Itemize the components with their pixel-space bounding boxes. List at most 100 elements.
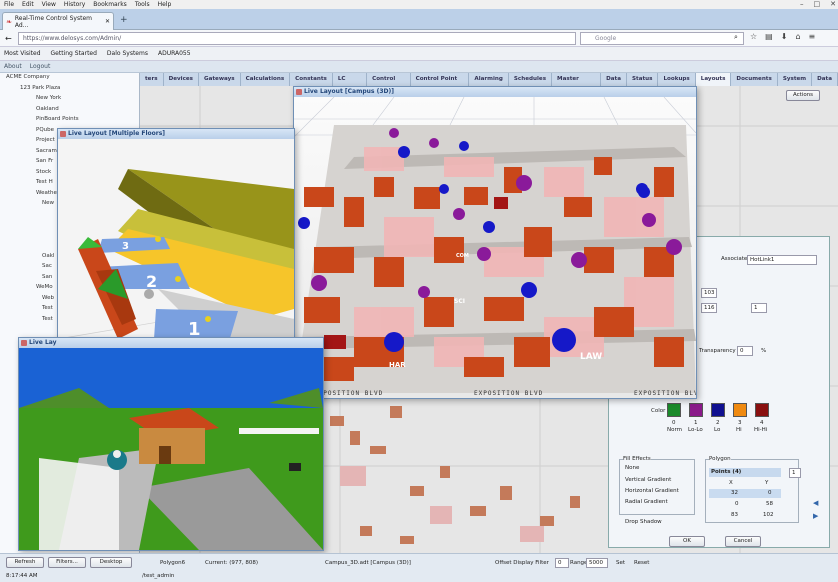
color-num: 4 [760,420,764,426]
tab-lookups[interactable]: Lookups [658,73,696,86]
house-window-title[interactable]: Live Lay [19,338,323,348]
menu-file[interactable]: File [4,1,14,8]
points-count-spinner[interactable]: 1 [789,468,801,478]
maximize-icon[interactable]: □ [814,0,821,8]
house-window[interactable]: Live Lay [18,337,324,551]
tab-layouts[interactable]: Layouts [695,73,732,86]
tab-control-points[interactable]: Control Points [367,73,411,95]
tab-lc-groups[interactable]: LC Groups [333,73,368,95]
desktop-button[interactable]: Desktop [90,557,132,568]
color-num: 1 [694,420,698,426]
fill-option-none[interactable]: None [625,465,639,471]
fill-option-horizontal[interactable]: Horizontal Gradient [625,488,679,494]
cancel-button[interactable]: Cancel [725,536,761,547]
range-field[interactable]: 5000 [586,558,608,568]
color-swatch-lolo[interactable] [689,403,703,417]
tab-close-icon[interactable]: ✕ [105,18,110,25]
campus-window-title[interactable]: Live Layout [Campus (3D)] [294,87,696,97]
tab-system[interactable]: System [778,73,813,86]
bookmark-dalo[interactable]: Dalo Systems [107,50,148,57]
color-swatch-hi[interactable] [733,403,747,417]
tab-data[interactable]: Data [601,73,627,86]
tab-status[interactable]: Status [627,73,659,86]
points-col-y: Y [765,480,769,486]
point-x[interactable]: 83 [731,512,738,518]
bookmarks-bar: Most Visited Getting Started Dalo System… [0,47,838,61]
download-icon[interactable]: ⬇ [781,32,788,41]
tab-alarming[interactable]: Alarming [469,73,509,86]
logout-link[interactable]: Logout [30,63,51,70]
offset-field[interactable]: 0 [555,558,569,568]
favicon-icon: ❧ [6,17,12,26]
tab-documents[interactable]: Documents [731,73,778,86]
tree-item[interactable]: PinBoard Points [0,115,139,126]
refresh-button[interactable]: Refresh [6,557,44,568]
tab-control-point-groups[interactable]: Control Point Groups [411,73,470,95]
tab-schedules[interactable]: Schedules [509,73,553,86]
url-input[interactable]: https://www.delosys.com/Admin/ [18,32,576,45]
ok-button[interactable]: OK [669,536,705,547]
browser-tab[interactable]: ❧ Real-Time Control System Ad... ✕ [2,12,114,30]
tab-calculations[interactable]: Calculations [241,73,291,86]
point-y[interactable]: 58 [766,501,773,507]
menu-history[interactable]: History [64,1,85,8]
search-input[interactable]: Google [580,32,744,45]
set-link[interactable]: Set [616,560,625,566]
color-swatch-norm[interactable] [667,403,681,417]
add-point-icon[interactable]: ◀ [813,499,818,507]
minimize-icon[interactable]: – [800,0,804,8]
reset-link[interactable]: Reset [634,560,649,566]
star-icon[interactable]: ☆ [750,32,757,41]
menu-view[interactable]: View [42,1,56,8]
menu-bookmarks[interactable]: Bookmarks [93,1,127,8]
value-field-3[interactable]: 1 [751,303,767,313]
home-icon[interactable]: ⌂ [795,32,800,41]
value-field-2[interactable]: 116 [701,303,717,313]
close-icon[interactable]: ✕ [830,0,836,8]
bookmark-adura[interactable]: ADURA055 [158,50,191,57]
tree-item[interactable]: Oakland [0,105,139,116]
bookmark-list-icon[interactable]: ▤ [765,32,773,41]
tab-devices[interactable]: Devices [164,73,200,86]
point-y[interactable]: 102 [763,512,774,518]
bookmark-getting-started[interactable]: Getting Started [51,50,97,57]
tab-constants[interactable]: Constants [290,73,333,86]
offset-label: Offset Display Filter [495,560,549,566]
search-icon[interactable]: ⌕ [734,33,738,42]
value-field-1[interactable]: 103 [701,288,717,298]
transparency-unit: % [761,348,767,354]
color-swatch-lo[interactable] [711,403,725,417]
tab-parameters[interactable]: ters [140,73,164,86]
floors-window-title[interactable]: Live Layout [Multiple Floors] [58,129,294,139]
fill-option-vertical[interactable]: Vertical Gradient [625,477,671,483]
bookmark-most-visited[interactable]: Most Visited [4,50,41,57]
color-swatch-hihi[interactable] [755,403,769,417]
menu-edit[interactable]: Edit [22,1,34,8]
transparency-label: Transparency [699,348,736,354]
menu-tools[interactable]: Tools [135,1,150,8]
color-name: Hi-Hi [754,427,768,433]
menu-icon[interactable]: ≡ [809,32,816,41]
point-x[interactable]: 32 [731,490,738,496]
remove-point-icon[interactable]: ▶ [813,512,818,520]
transparency-field[interactable]: 0 [737,346,753,356]
menu-help[interactable]: Help [158,1,172,8]
tab-data-2[interactable]: Data [812,73,838,86]
campus-3d-window[interactable]: Live Layout [Campus (3D)] LAW SCI HAR CO… [293,86,702,399]
about-link[interactable]: About [4,63,22,70]
point-y[interactable]: 0 [768,490,772,496]
drop-shadow-checkbox[interactable]: Drop Shadow [625,519,662,525]
point-x[interactable]: 0 [735,501,739,507]
fill-option-radial[interactable]: Radial Gradient [625,499,668,505]
associate-select[interactable]: HotLink1 [747,255,817,265]
tree-item[interactable]: 123 Park Plaza [0,84,139,95]
filters-button[interactable]: Filters... [48,557,86,568]
tab-master-schedule[interactable]: Master Schedule [552,73,602,95]
back-icon[interactable]: ← [5,34,12,43]
new-tab-button[interactable]: + [120,15,128,25]
tree-item[interactable]: New York [0,94,139,105]
tab-gateways[interactable]: Gateways [199,73,241,86]
actions-button[interactable]: Actions [786,90,820,101]
module-tabs: ters Devices Gateways Calculations Const… [140,73,838,95]
tree-item[interactable]: ACME Company [0,73,139,84]
